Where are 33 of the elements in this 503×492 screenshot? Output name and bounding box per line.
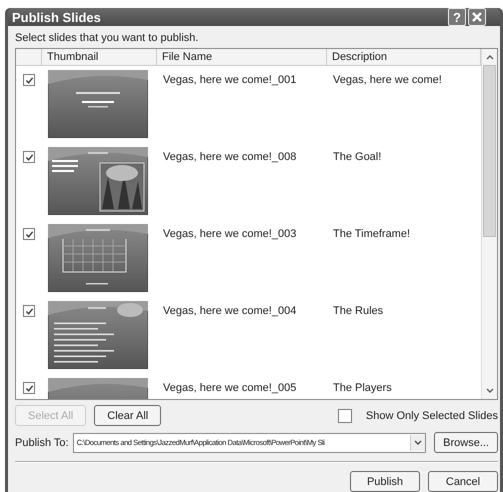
- cancel-button[interactable]: Cancel: [428, 471, 498, 492]
- slide-description: The Players: [333, 382, 392, 394]
- publish-to-label: Publish To:: [15, 436, 69, 448]
- scroll-up-icon[interactable]: [486, 54, 494, 60]
- file-name: Vegas, here we come!_008: [163, 151, 296, 163]
- file-name: Vegas, here we come!_003: [163, 228, 296, 240]
- slide-description: Vegas, here we come!: [333, 74, 442, 86]
- scrollbar[interactable]: [481, 49, 497, 399]
- clear-all-button[interactable]: Clear All: [94, 405, 162, 426]
- close-icon[interactable]: [468, 8, 486, 26]
- checkbox[interactable]: [23, 74, 35, 86]
- file-name: Vegas, here we come!_001: [163, 74, 296, 86]
- checkbox[interactable]: [23, 151, 35, 163]
- scroll-down-icon[interactable]: [486, 388, 494, 394]
- checkbox[interactable]: [23, 305, 35, 317]
- publish-button[interactable]: Publish: [350, 471, 420, 492]
- file-name: Vegas, here we come!_004: [163, 305, 296, 317]
- checkbox[interactable]: [23, 228, 35, 240]
- checkbox[interactable]: [338, 408, 352, 422]
- file-name: Vegas, here we come!_005: [163, 382, 296, 394]
- window-title: Publish Slides: [12, 10, 102, 24]
- dropdown-icon[interactable]: [414, 440, 422, 446]
- slide-description: The Rules: [333, 305, 384, 317]
- slide-description: The Goal!: [333, 151, 382, 163]
- browse-button[interactable]: Browse...: [434, 432, 498, 453]
- checkbox[interactable]: [23, 382, 35, 394]
- column-header[interactable]: File Name: [157, 49, 327, 65]
- column-header[interactable]: Thumbnail: [42, 49, 157, 65]
- slide-description: The Timeframe!: [333, 228, 410, 240]
- help-button[interactable]: ?: [448, 8, 466, 26]
- scrollbar-thumb[interactable]: [483, 65, 496, 237]
- checkbox-label[interactable]: Show Only Selected Slides: [366, 410, 498, 422]
- instruction-text: Select slides that you want to publish.: [15, 32, 200, 44]
